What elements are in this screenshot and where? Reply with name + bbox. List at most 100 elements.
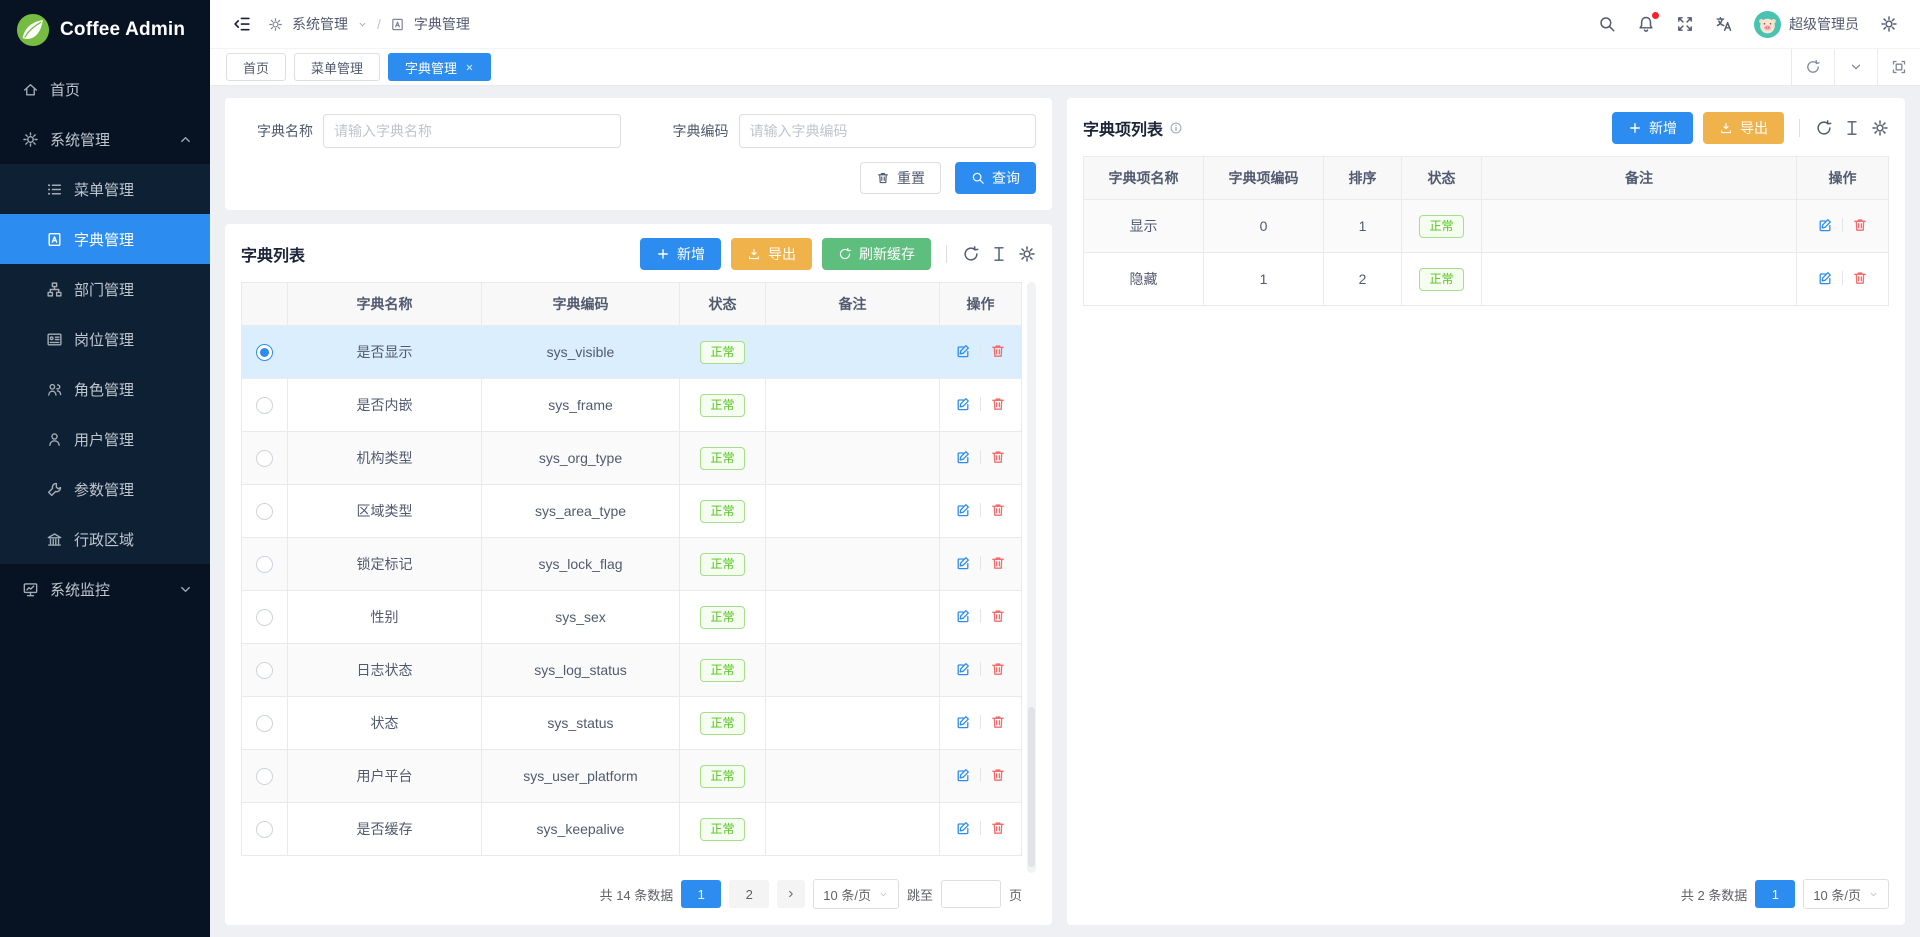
fullscreen-icon[interactable]: [1676, 15, 1694, 33]
row-height-icon[interactable]: [990, 245, 1008, 263]
page-button-2[interactable]: 2: [729, 880, 769, 908]
close-icon[interactable]: [465, 63, 474, 72]
table-row[interactable]: 是否内嵌sys_frame正常: [242, 379, 1022, 432]
row-radio[interactable]: [256, 768, 273, 785]
delete-icon[interactable]: [990, 449, 1006, 465]
tab-home[interactable]: 首页: [226, 53, 286, 81]
delete-icon[interactable]: [990, 820, 1006, 836]
scrollbar-track[interactable]: [1027, 282, 1036, 873]
add-dict-button[interactable]: 新增: [640, 238, 721, 270]
menu-list-icon: [46, 181, 63, 198]
page-size-select[interactable]: 10 条/页: [813, 879, 899, 909]
row-radio[interactable]: [256, 715, 273, 732]
export-dict-button[interactable]: 导出: [731, 238, 812, 270]
dict-name-input[interactable]: [323, 114, 621, 148]
edit-icon[interactable]: [1817, 217, 1833, 233]
sidebar-item-system-management[interactable]: 系统管理: [0, 114, 210, 164]
edit-icon[interactable]: [955, 555, 971, 571]
refresh-table-icon[interactable]: [962, 245, 980, 263]
query-button[interactable]: 查询: [955, 162, 1036, 194]
search-icon[interactable]: [1598, 15, 1616, 33]
maximize-button[interactable]: [1877, 49, 1920, 85]
table-row[interactable]: 日志状态sys_log_status正常: [242, 644, 1022, 697]
delete-icon[interactable]: [990, 502, 1006, 518]
edit-icon[interactable]: [955, 820, 971, 836]
delete-icon[interactable]: [1852, 217, 1868, 233]
add-item-button[interactable]: 新增: [1612, 112, 1693, 144]
dict-code-input[interactable]: [739, 114, 1037, 148]
row-radio[interactable]: [256, 397, 273, 414]
table-row[interactable]: 区域类型sys_area_type正常: [242, 485, 1022, 538]
divider: [1842, 218, 1843, 232]
column-settings-icon[interactable]: [1871, 119, 1889, 137]
edit-icon[interactable]: [955, 396, 971, 412]
tab-list-button[interactable]: [1834, 49, 1877, 85]
table-row[interactable]: 隐藏12正常: [1084, 253, 1889, 306]
table-row[interactable]: 显示01正常: [1084, 200, 1889, 253]
delete-icon[interactable]: [990, 396, 1006, 412]
sidebar-item-home[interactable]: 首页: [0, 64, 210, 114]
table-row[interactable]: 机构类型sys_org_type正常: [242, 432, 1022, 485]
export-item-button[interactable]: 导出: [1703, 112, 1784, 144]
row-radio[interactable]: [256, 662, 273, 679]
sidebar-item-dict-management[interactable]: 字典管理: [0, 214, 210, 264]
tab-dict-management[interactable]: 字典管理: [388, 53, 491, 81]
sidebar-item-role-management[interactable]: 角色管理: [0, 364, 210, 414]
settings-icon[interactable]: [1880, 15, 1898, 33]
collapse-sidebar-icon[interactable]: [232, 14, 252, 34]
plus-icon: [1628, 121, 1642, 135]
table-row[interactable]: 状态sys_status正常: [242, 697, 1022, 750]
edit-icon[interactable]: [955, 714, 971, 730]
sidebar-item-menu-management[interactable]: 菜单管理: [0, 164, 210, 214]
row-radio[interactable]: [256, 821, 273, 838]
scrollbar-thumb[interactable]: [1028, 707, 1035, 867]
sidebar-item-region-management[interactable]: 行政区域: [0, 514, 210, 564]
edit-icon[interactable]: [955, 449, 971, 465]
page-button-1[interactable]: 1: [1755, 880, 1795, 908]
translate-icon[interactable]: [1715, 15, 1733, 33]
row-radio[interactable]: [256, 609, 273, 626]
page-button-1[interactable]: 1: [681, 880, 721, 908]
delete-icon[interactable]: [990, 714, 1006, 730]
column-settings-icon[interactable]: [1018, 245, 1036, 263]
table-row[interactable]: 是否缓存sys_keepalive正常: [242, 803, 1022, 856]
sidebar-item-system-monitor[interactable]: 系统监控: [0, 564, 210, 614]
row-radio[interactable]: [256, 503, 273, 520]
notifications-button[interactable]: [1637, 15, 1655, 33]
delete-icon[interactable]: [1852, 270, 1868, 286]
edit-icon[interactable]: [955, 767, 971, 783]
row-radio[interactable]: [256, 556, 273, 573]
edit-icon[interactable]: [955, 343, 971, 359]
delete-icon[interactable]: [990, 555, 1006, 571]
refresh-cache-button[interactable]: 刷新缓存: [822, 238, 931, 270]
edit-icon[interactable]: [955, 502, 971, 518]
breadcrumb-root[interactable]: 系统管理: [292, 14, 348, 34]
refresh-tab-button[interactable]: [1791, 49, 1834, 85]
row-radio[interactable]: [256, 344, 273, 361]
info-icon[interactable]: [1169, 121, 1183, 135]
sidebar-item-dept-management[interactable]: 部门管理: [0, 264, 210, 314]
next-page-button[interactable]: [777, 880, 805, 908]
table-row[interactable]: 性别sys_sex正常: [242, 591, 1022, 644]
delete-icon[interactable]: [990, 661, 1006, 677]
delete-icon[interactable]: [990, 343, 1006, 359]
table-row[interactable]: 用户平台sys_user_platform正常: [242, 750, 1022, 803]
sidebar-item-param-management[interactable]: 参数管理: [0, 464, 210, 514]
delete-icon[interactable]: [990, 608, 1006, 624]
table-row[interactable]: 锁定标记sys_lock_flag正常: [242, 538, 1022, 591]
sidebar-item-post-management[interactable]: 岗位管理: [0, 314, 210, 364]
edit-icon[interactable]: [955, 661, 971, 677]
delete-icon[interactable]: [990, 767, 1006, 783]
edit-icon[interactable]: [1817, 270, 1833, 286]
edit-icon[interactable]: [955, 608, 971, 624]
page-size-select[interactable]: 10 条/页: [1803, 879, 1889, 909]
row-height-icon[interactable]: [1843, 119, 1861, 137]
table-row[interactable]: 是否显示sys_visible正常: [242, 326, 1022, 379]
row-radio[interactable]: [256, 450, 273, 467]
jump-page-input[interactable]: [941, 880, 1001, 908]
sidebar-item-user-management[interactable]: 用户管理: [0, 414, 210, 464]
tab-menu-management[interactable]: 菜单管理: [294, 53, 380, 81]
refresh-table-icon[interactable]: [1815, 119, 1833, 137]
user-menu[interactable]: 超级管理员: [1754, 11, 1859, 38]
reset-button[interactable]: 重置: [860, 162, 941, 194]
